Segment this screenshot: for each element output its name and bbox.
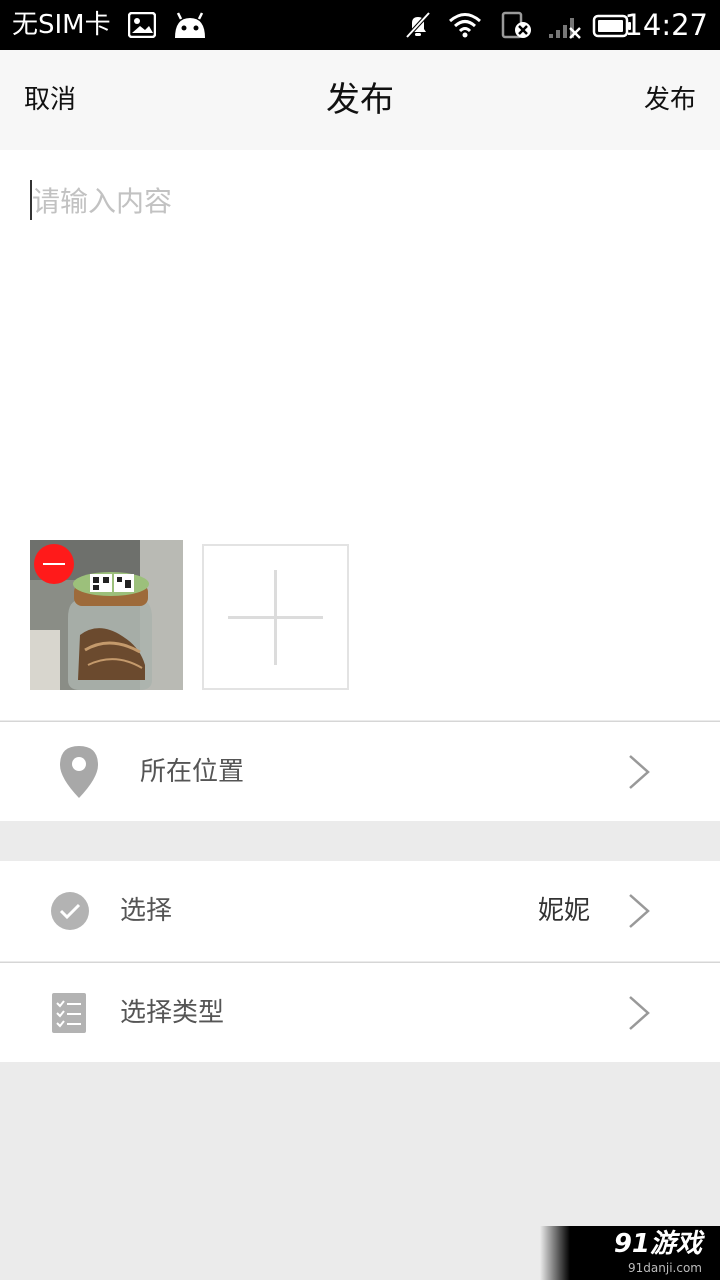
chevron-right-icon	[622, 993, 652, 1037]
check-circle-icon	[50, 891, 90, 935]
watermark: 91游戏 91danji.com	[540, 1226, 720, 1280]
header-bar: 取消 发布 发布	[0, 50, 720, 150]
plus-icon-vertical	[274, 570, 277, 665]
status-bar: 无SIM卡 14:27	[0, 0, 720, 50]
select-label: 选择	[120, 896, 173, 926]
chevron-right-icon	[622, 752, 652, 796]
compose-area: 请输入内容	[0, 150, 720, 720]
select-type-row[interactable]: 选择类型	[0, 962, 720, 1062]
select-value: 妮妮	[537, 896, 590, 926]
sim-error-icon	[500, 10, 534, 44]
select-type-label: 选择类型	[120, 998, 225, 1028]
remove-photo-button[interactable]	[34, 544, 74, 584]
watermark-url: 91danji.com	[628, 1261, 702, 1275]
add-photo-button[interactable]	[202, 544, 349, 690]
page-title: 发布	[326, 80, 394, 120]
image-notification-icon	[127, 11, 157, 42]
clock-time: 14:27	[624, 8, 708, 42]
content-placeholder: 请输入内容	[32, 185, 173, 218]
wifi-icon	[448, 12, 482, 42]
android-icon	[172, 10, 208, 44]
carrier-text: 无SIM卡	[12, 10, 111, 40]
publish-button[interactable]: 发布	[644, 82, 696, 118]
watermark-logo: 91游戏	[613, 1229, 702, 1259]
chevron-right-icon	[622, 891, 652, 935]
checklist-icon	[52, 993, 86, 1037]
location-label: 所在位置	[140, 757, 245, 787]
select-row[interactable]: 选择 妮妮	[0, 861, 720, 961]
no-signal-icon	[548, 12, 582, 44]
content-input[interactable]: 请输入内容	[30, 180, 690, 500]
location-pin-icon	[58, 744, 100, 804]
mute-icon	[404, 11, 432, 43]
location-row[interactable]: 所在位置	[0, 721, 720, 821]
